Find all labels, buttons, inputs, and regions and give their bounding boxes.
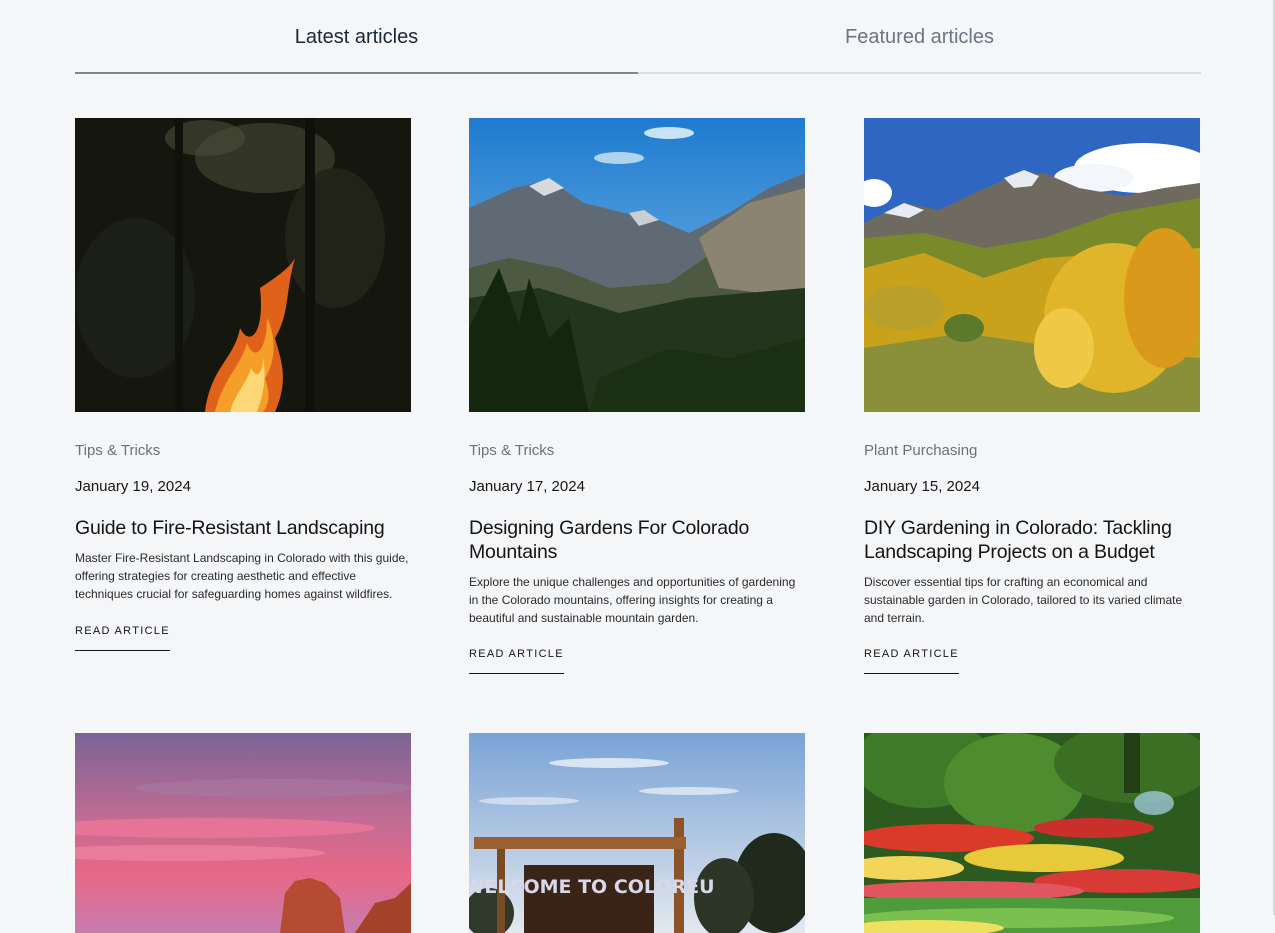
article-image-mountains[interactable]: [469, 118, 805, 412]
read-article-link[interactable]: READ ARTICLE: [469, 648, 564, 674]
article-date: January 19, 2024: [75, 478, 191, 495]
article-card: [864, 733, 1200, 933]
article-card: Tips & Tricks January 17, 2024 Designing…: [469, 118, 805, 674]
article-category[interactable]: Plant Purchasing: [864, 442, 977, 459]
article-excerpt: Master Fire-Resistant Landscaping in Col…: [75, 551, 409, 601]
article-image-flower-garden[interactable]: [864, 733, 1200, 933]
read-article-link[interactable]: READ ARTICLE: [75, 625, 170, 651]
article-date: January 15, 2024: [864, 478, 980, 495]
tab-latest-articles[interactable]: Latest articles: [75, 0, 638, 75]
article-card: [75, 733, 411, 933]
article-image-autumn-aspens[interactable]: [864, 118, 1200, 412]
article-category[interactable]: Tips & Tricks: [469, 442, 554, 459]
article-card: Tips & Tricks January 19, 2024 Guide to …: [75, 118, 411, 651]
article-excerpt: Discover essential tips for crafting an …: [864, 575, 1183, 625]
tab-featured-articles[interactable]: Featured articles: [638, 0, 1201, 75]
read-article-link[interactable]: READ ARTICLE: [864, 648, 959, 674]
article-card: Plant Purchasing January 15, 2024 DIY Ga…: [864, 118, 1200, 674]
article-image-sunset-rocks[interactable]: [75, 733, 411, 933]
article-excerpt: Explore the unique challenges and opport…: [469, 575, 796, 625]
article-date: January 17, 2024: [469, 478, 585, 495]
sign-text: WELCOME TO COLOREU: [469, 876, 715, 898]
article-title[interactable]: Designing Gardens For Colorado Mountains: [469, 516, 805, 564]
active-tab-indicator: [75, 72, 638, 74]
article-tabs: Latest articles Featured articles: [75, 0, 1201, 75]
article-image-campfire[interactable]: [75, 118, 411, 412]
article-category[interactable]: Tips & Tricks: [75, 442, 160, 459]
article-title[interactable]: Guide to Fire-Resistant Landscaping: [75, 516, 411, 540]
article-title[interactable]: DIY Gardening in Colorado: Tackling Land…: [864, 516, 1200, 564]
article-image-welcome-sign[interactable]: WELCOME TO COLOREU: [469, 733, 805, 933]
tab-divider: [638, 72, 1201, 74]
article-card: WELCOME TO COLOREU: [469, 733, 805, 933]
